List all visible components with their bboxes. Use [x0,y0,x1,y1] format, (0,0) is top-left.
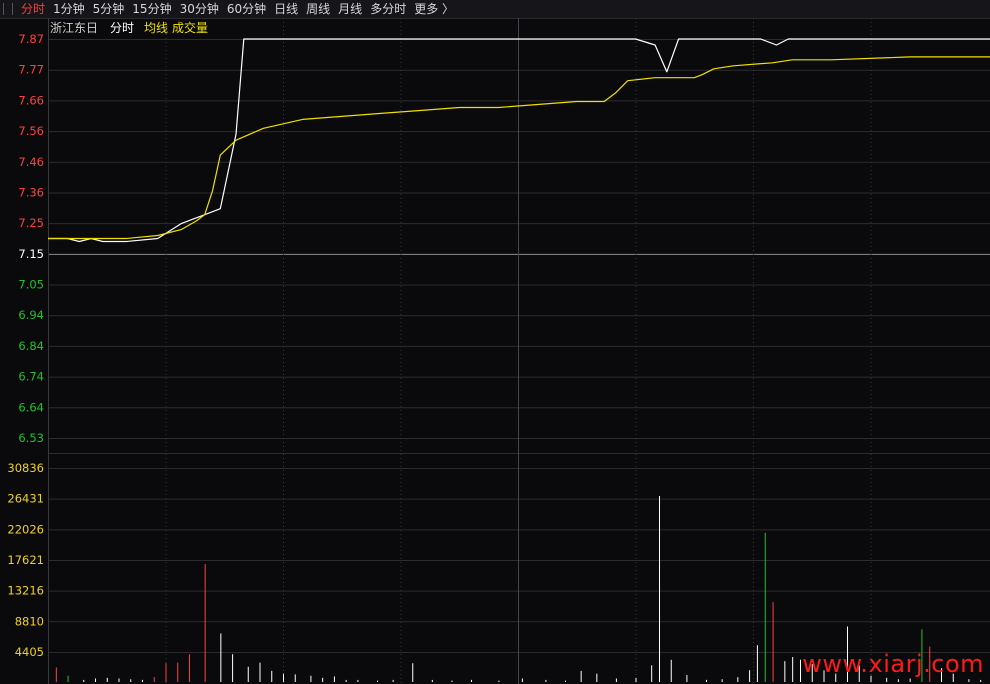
volume-tick-label: 17621 [7,553,44,567]
tab-15min[interactable]: 15分钟 [128,0,175,18]
price-tick-label: 6.53 [18,431,44,445]
price-tick-label: 6.84 [18,339,44,353]
tab-60min[interactable]: 60分钟 [223,0,270,18]
tab-30min[interactable]: 30分钟 [176,0,223,18]
tab-1min[interactable]: 1分钟 [49,0,89,18]
tab-multi-day-intraday[interactable]: 多分时 [366,0,410,18]
price-tick-label: 7.56 [18,124,44,138]
tab-monthly[interactable]: 月线 [334,0,366,18]
price-tick-label: 6.94 [18,308,44,322]
volume-tick-label: 4405 [15,645,44,659]
volume-tick-label: 8810 [15,614,44,628]
price-tick-label: 7.36 [18,185,44,199]
price-tick-label: 7.15 [18,247,44,261]
volume-tick-label: 13216 [7,584,44,598]
price-tick-label: 6.64 [18,400,44,414]
tab-daily[interactable]: 日线 [270,0,302,18]
tab-intraday[interactable]: 分时 [17,0,49,18]
price-tick-label: 7.77 [18,63,44,77]
toolbar-grip-icon[interactable] [3,3,13,15]
price-tick-label: 6.74 [18,370,44,384]
tab-more[interactable]: 更多 〉 [410,0,458,18]
price-tick-label: 7.87 [18,32,44,46]
price-tick-label: 7.25 [18,216,44,230]
volume-tick-label: 30836 [7,461,44,475]
watermark: www.xiarj.com [802,650,984,678]
volume-tick-label: 22026 [7,522,44,536]
price-tick-label: 7.05 [18,278,44,292]
period-toolbar: 分时 1分钟 5分钟 15分钟 30分钟 60分钟 日线 周线 月线 多分时 更… [0,0,990,19]
tab-weekly[interactable]: 周线 [302,0,334,18]
intraday-chart[interactable]: 7.87 7.77 7.66 7.56 7.46 7.36 7.25 7.15 7.05 6.94… [0,18,990,684]
price-tick-label: 7.66 [18,93,44,107]
volume-tick-label: 26431 [7,492,44,506]
price-tick-label: 7.46 [18,155,44,169]
tab-5min[interactable]: 5分钟 [89,0,129,18]
